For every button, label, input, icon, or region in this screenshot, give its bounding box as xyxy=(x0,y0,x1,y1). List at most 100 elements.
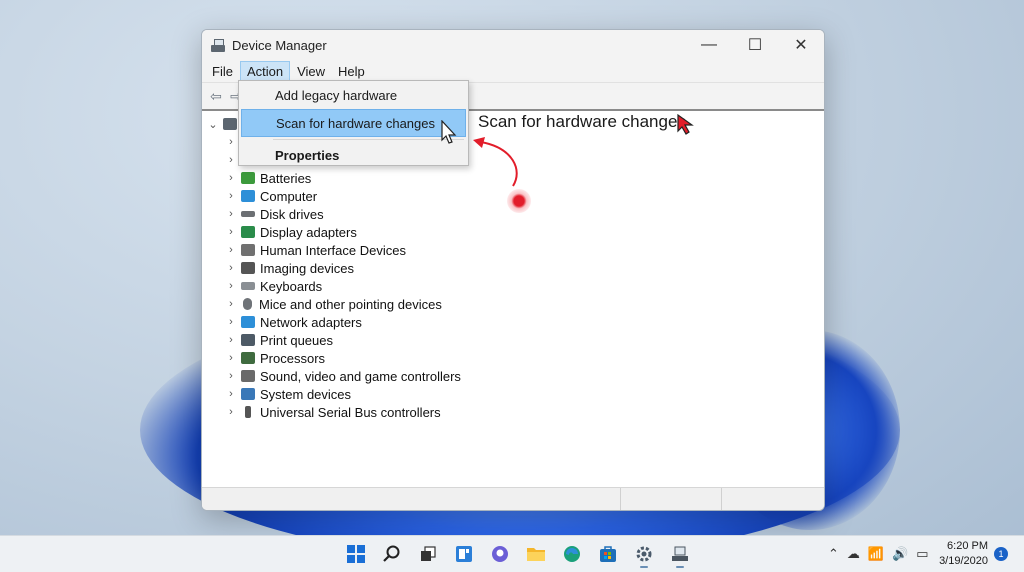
expand-chevron-icon[interactable]: › xyxy=(224,370,238,382)
expand-chevron-icon[interactable]: › xyxy=(224,154,238,166)
tree-item-label: Computer xyxy=(260,188,318,204)
expand-chevron-icon[interactable]: › xyxy=(224,226,238,238)
tree-item-label: Keyboards xyxy=(260,278,323,294)
tree-item-network[interactable]: › Network adapters xyxy=(202,313,824,331)
expand-chevron-icon[interactable]: › xyxy=(224,388,238,400)
clock-date: 3/19/2020 xyxy=(939,555,988,567)
search-button[interactable] xyxy=(374,540,410,568)
store-button[interactable] xyxy=(590,540,626,568)
gear-icon xyxy=(636,546,652,562)
tree-item-label: Human Interface Devices xyxy=(260,242,406,258)
tree-item-label: Network adapters xyxy=(260,314,362,330)
menu-item-properties[interactable]: Properties xyxy=(241,142,466,168)
tree-item-label: Universal Serial Bus controllers xyxy=(260,404,441,420)
mouse-pointer-icon xyxy=(441,120,457,144)
expand-chevron-icon[interactable]: › xyxy=(224,172,238,184)
tree-item-label: Imaging devices xyxy=(260,260,354,276)
system-tray: ⌃ ☁ 📶 🔊 ▭ xyxy=(828,536,937,572)
expand-chevron-icon[interactable]: › xyxy=(224,352,238,364)
volume-icon[interactable]: 🔊 xyxy=(892,546,908,562)
expand-chevron-icon[interactable]: › xyxy=(224,190,238,202)
status-segment xyxy=(202,488,621,510)
menu-separator xyxy=(273,139,464,140)
display-adapter-icon xyxy=(241,226,255,238)
expand-chevron-icon[interactable]: › xyxy=(224,334,238,346)
expand-chevron-icon[interactable]: › xyxy=(224,136,238,148)
expand-chevron-icon[interactable]: › xyxy=(224,298,238,310)
settings-button[interactable] xyxy=(626,540,662,568)
clock[interactable]: 6:20 PM 3/19/2020 xyxy=(938,539,988,569)
onedrive-cloud-icon[interactable]: ☁ xyxy=(847,546,860,562)
keyboard-icon xyxy=(241,282,255,290)
tree-item-keyboards[interactable]: › Keyboards xyxy=(202,277,824,295)
clock-time: 6:20 PM xyxy=(947,540,988,552)
expand-chevron-icon[interactable]: › xyxy=(224,244,238,256)
expand-chevron-icon[interactable]: › xyxy=(224,262,238,274)
tree-item-imaging[interactable]: › Imaging devices xyxy=(202,259,824,277)
menu-item-add-legacy-hardware[interactable]: Add legacy hardware xyxy=(241,82,466,108)
chat-button[interactable] xyxy=(482,540,518,568)
minimize-button[interactable]: — xyxy=(686,30,732,60)
menu-file[interactable]: File xyxy=(206,62,239,81)
edge-browser-icon xyxy=(564,546,580,562)
chevron-up-icon[interactable]: ⌃ xyxy=(828,546,839,562)
tree-item-hid[interactable]: › Human Interface Devices xyxy=(202,241,824,259)
battery-tray-icon[interactable]: ▭ xyxy=(916,546,928,562)
search-icon xyxy=(383,545,400,562)
windows-logo-icon xyxy=(347,545,365,563)
store-icon xyxy=(600,546,616,562)
taskbar: ⌃ ☁ 📶 🔊 ▭ 6:20 PM 3/19/2020 1 xyxy=(0,535,1024,572)
tree-item-display-adapters[interactable]: › Display adapters xyxy=(202,223,824,241)
system-devices-icon xyxy=(241,388,255,400)
speaker-icon xyxy=(241,370,255,382)
widgets-button[interactable] xyxy=(446,540,482,568)
edge-button[interactable] xyxy=(554,540,590,568)
expand-chevron-icon[interactable]: › xyxy=(224,316,238,328)
status-bar xyxy=(202,487,824,510)
widgets-icon xyxy=(456,546,472,562)
file-explorer-button[interactable] xyxy=(518,540,554,568)
processor-icon xyxy=(241,352,255,364)
back-arrow-icon[interactable]: ⇦ xyxy=(206,86,226,106)
battery-icon xyxy=(241,172,255,184)
expand-chevron-icon[interactable]: › xyxy=(224,406,238,418)
title-bar[interactable]: Device Manager — ☐ ✕ xyxy=(202,30,824,60)
annotation-label: Scan for hardware changes xyxy=(478,112,686,131)
red-pointer-icon xyxy=(677,113,694,135)
tree-item-label: Batteries xyxy=(260,170,312,186)
tree-item-label: Sound, video and game controllers xyxy=(260,368,461,384)
usb-icon xyxy=(245,406,251,418)
tree-item-system[interactable]: › System devices xyxy=(202,385,824,403)
close-button[interactable]: ✕ xyxy=(778,30,824,60)
camera-icon xyxy=(241,262,255,274)
tree-item-usb[interactable]: › Universal Serial Bus controllers xyxy=(202,403,824,421)
maximize-button[interactable]: ☐ xyxy=(732,30,778,60)
menu-action[interactable]: Action xyxy=(239,60,291,82)
collapse-chevron-icon[interactable]: ⌄ xyxy=(206,118,220,131)
menu-bar: File Action View Help xyxy=(202,60,824,82)
task-view-button[interactable] xyxy=(410,540,446,568)
network-adapter-icon xyxy=(241,316,255,328)
tree-item-label: Mice and other pointing devices xyxy=(259,296,442,312)
disk-drive-icon xyxy=(241,211,255,217)
tree-item-print-queues[interactable]: › Print queues xyxy=(202,331,824,349)
notification-badge[interactable]: 1 xyxy=(994,547,1008,561)
start-button[interactable] xyxy=(338,540,374,568)
device-manager-icon xyxy=(672,546,688,561)
menu-view[interactable]: View xyxy=(291,62,331,81)
chat-icon xyxy=(492,546,508,562)
status-segment xyxy=(621,488,722,510)
click-indicator xyxy=(507,189,531,213)
tree-item-sound[interactable]: › Sound, video and game controllers xyxy=(202,367,824,385)
mouse-icon xyxy=(243,298,252,310)
expand-chevron-icon[interactable]: › xyxy=(224,208,238,220)
tree-item-mice[interactable]: › Mice and other pointing devices xyxy=(202,295,824,313)
expand-chevron-icon[interactable]: › xyxy=(224,280,238,292)
hid-icon xyxy=(241,244,255,256)
device-manager-icon xyxy=(210,37,226,53)
tree-item-processors[interactable]: › Processors xyxy=(202,349,824,367)
device-manager-taskbar-button[interactable] xyxy=(662,540,698,568)
wifi-icon[interactable]: 📶 xyxy=(868,546,884,562)
menu-item-scan-for-hardware-changes[interactable]: Scan for hardware changes xyxy=(241,109,466,137)
menu-help[interactable]: Help xyxy=(332,62,371,81)
